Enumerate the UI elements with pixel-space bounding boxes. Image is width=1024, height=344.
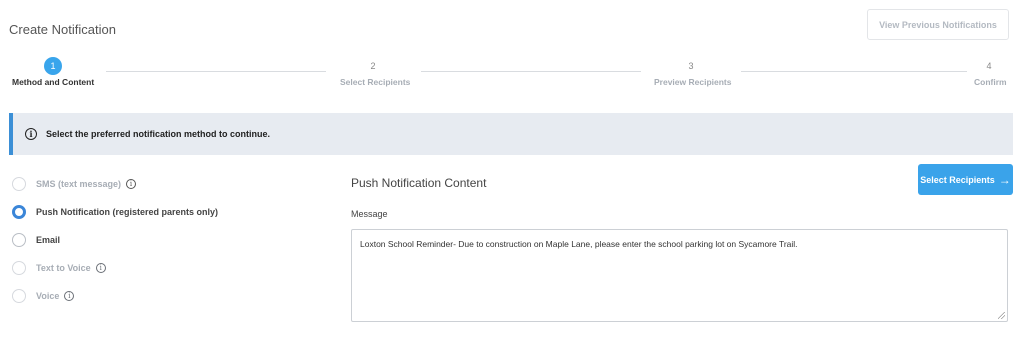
notification-method-list: SMS (text message) i Push Notification (… <box>12 170 218 310</box>
step-3-label[interactable]: Preview Recipients <box>654 77 731 87</box>
voice-radio[interactable] <box>12 289 26 303</box>
method-label: SMS (text message) <box>36 179 122 189</box>
step-connector <box>421 71 641 72</box>
step-connector <box>741 71 967 72</box>
method-option-push[interactable]: Push Notification (registered parents on… <box>12 198 218 226</box>
step-3-circle[interactable]: 3 <box>682 57 700 75</box>
info-icon: i <box>25 128 37 140</box>
method-label: Voice <box>36 291 60 301</box>
method-option-sms[interactable]: SMS (text message) i <box>12 170 218 198</box>
sms-radio[interactable] <box>12 177 26 191</box>
info-banner-text: Select the preferred notification method… <box>46 129 271 139</box>
stepper: 1 Method and Content 2 Select Recipients… <box>0 0 1024 100</box>
step-4-circle[interactable]: 4 <box>980 57 998 75</box>
select-recipients-label: Select Recipients <box>920 174 995 185</box>
info-banner: i Select the preferred notification meth… <box>9 113 1013 155</box>
push-content-title: Push Notification Content <box>351 176 487 190</box>
step-1-label[interactable]: Method and Content <box>12 77 94 87</box>
step-2-label[interactable]: Select Recipients <box>340 77 410 87</box>
select-recipients-button[interactable]: Select Recipients → <box>918 164 1013 195</box>
text-to-voice-radio[interactable] <box>12 261 26 275</box>
info-icon[interactable]: i <box>64 291 75 301</box>
step-connector <box>106 71 326 72</box>
step-4-label[interactable]: Confirm <box>974 77 1007 87</box>
arrow-right-icon: → <box>998 172 1011 187</box>
method-label: Email <box>36 235 61 245</box>
email-radio[interactable] <box>12 233 26 247</box>
message-textarea[interactable]: Loxton School Reminder- Due to construct… <box>351 229 1008 322</box>
method-option-text-to-voice[interactable]: Text to Voice i <box>12 254 218 282</box>
push-notification-radio[interactable] <box>12 205 26 219</box>
step-2-circle[interactable]: 2 <box>364 57 382 75</box>
message-label: Message <box>351 209 388 219</box>
resize-handle-icon[interactable] <box>998 312 1005 319</box>
message-text: Loxton School Reminder- Due to construct… <box>360 239 798 249</box>
method-option-voice[interactable]: Voice i <box>12 282 218 310</box>
info-icon[interactable]: i <box>126 179 137 189</box>
method-option-email[interactable]: Email <box>12 226 218 254</box>
info-icon[interactable]: i <box>95 263 106 273</box>
step-1-circle[interactable]: 1 <box>44 57 62 75</box>
method-label: Text to Voice <box>36 263 91 273</box>
method-label: Push Notification (registered parents on… <box>36 207 219 217</box>
